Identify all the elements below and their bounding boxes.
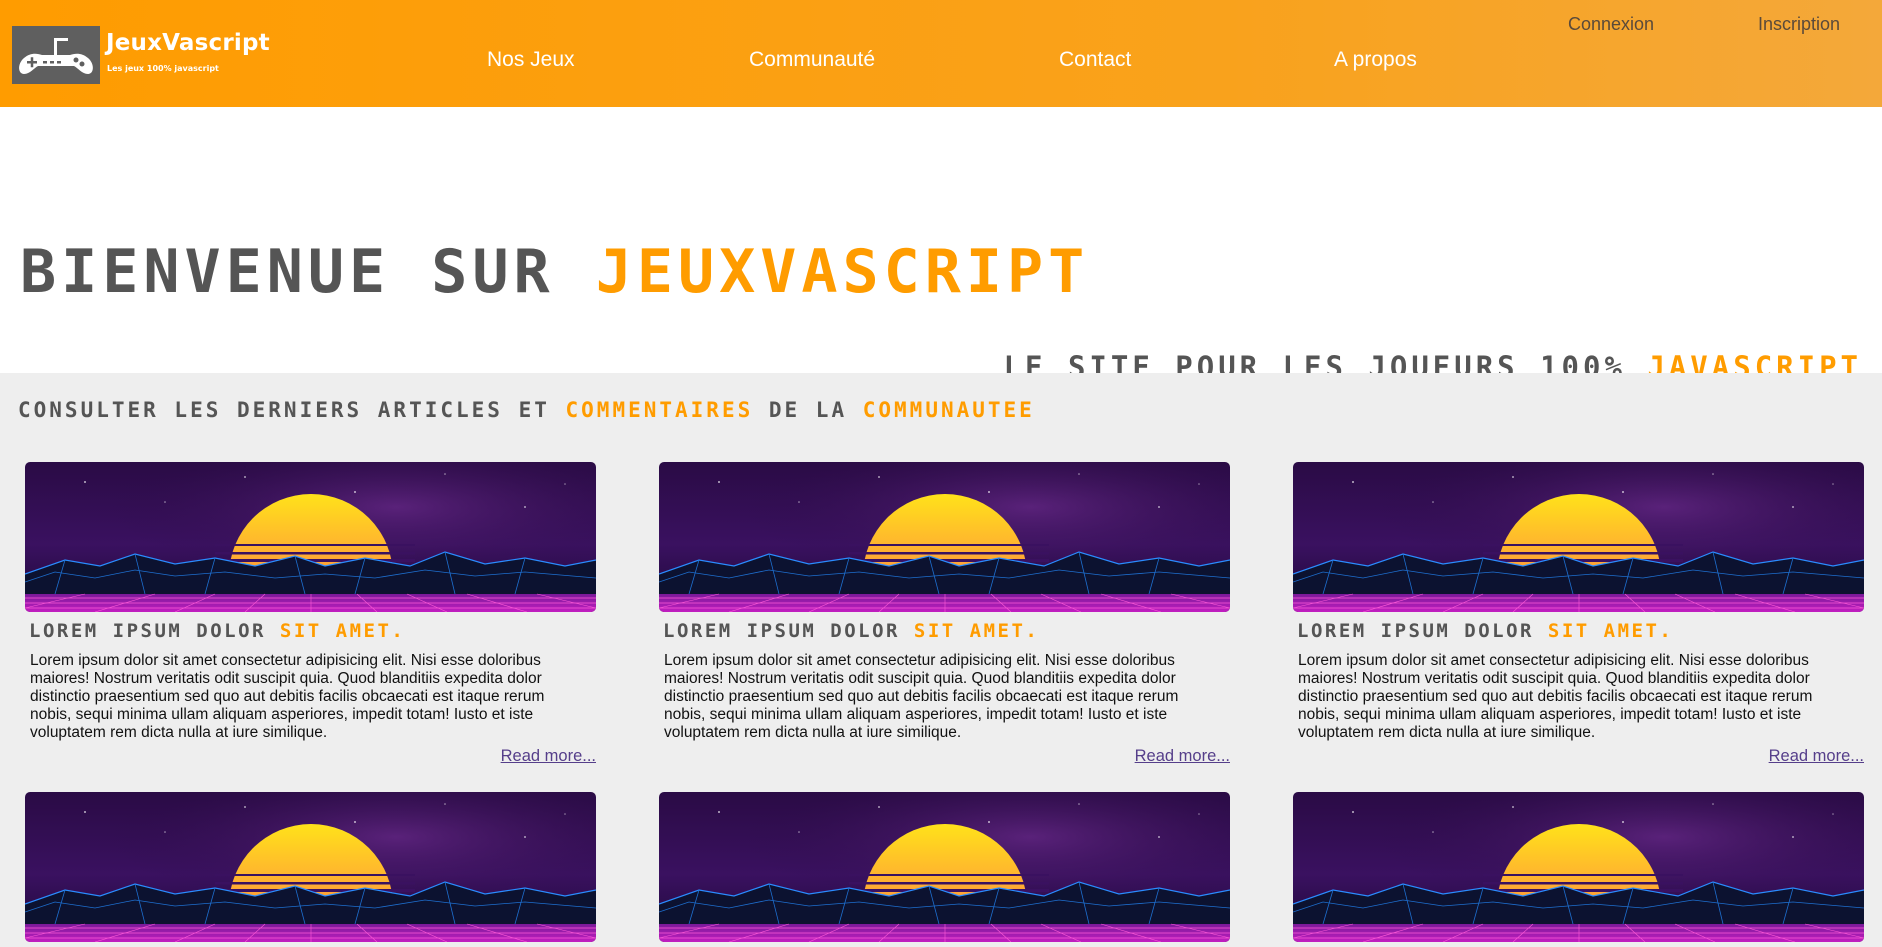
brand-title[interactable]: JeuxVascript bbox=[106, 30, 270, 56]
article-image[interactable] bbox=[25, 462, 596, 612]
nav-a-propos[interactable]: A propos bbox=[1334, 48, 1417, 72]
read-more-link[interactable]: Read more... bbox=[25, 747, 596, 766]
logo[interactable] bbox=[12, 26, 100, 84]
article-card bbox=[659, 792, 1230, 942]
nav-communaute[interactable]: Communauté bbox=[749, 48, 875, 72]
article-card: Lorem ipsum dolor sit amet. Lorem ipsum … bbox=[659, 462, 1230, 766]
article-title-highlight: sit amet. bbox=[1547, 620, 1674, 642]
section-heading-text-1: Consulter les derniers articles et bbox=[18, 398, 566, 422]
synthwave-sunset-image bbox=[25, 462, 596, 612]
article-title-text: Lorem ipsum dolor bbox=[663, 620, 914, 642]
article-title-text: Lorem ipsum dolor bbox=[1297, 620, 1548, 642]
article-text: Lorem ipsum dolor sit amet consectetur a… bbox=[30, 652, 545, 741]
article-card: Lorem ipsum dolor sit amet. Lorem ipsum … bbox=[25, 462, 596, 766]
synthwave-sunset-image bbox=[659, 462, 1230, 612]
hero-title-welcome: Bienvenue sur bbox=[20, 237, 596, 307]
register-link[interactable]: Inscription bbox=[1758, 14, 1840, 35]
synthwave-sunset-image bbox=[1293, 462, 1864, 612]
article-text: Lorem ipsum dolor sit amet consectetur a… bbox=[664, 652, 1179, 741]
article-title: Lorem ipsum dolor sit amet. bbox=[663, 620, 1230, 642]
gamepad-icon bbox=[19, 38, 93, 74]
article-image[interactable] bbox=[659, 792, 1230, 942]
article-title: Lorem ipsum dolor sit amet. bbox=[29, 620, 596, 642]
nav-contact[interactable]: Contact bbox=[1059, 48, 1131, 72]
hero-section: Bienvenue sur JeuxVascript Le site pour … bbox=[0, 107, 1882, 384]
synthwave-sunset-image bbox=[1293, 792, 1864, 942]
article-image[interactable] bbox=[25, 792, 596, 942]
read-more-link[interactable]: Read more... bbox=[659, 747, 1230, 766]
article-image[interactable] bbox=[1293, 462, 1864, 612]
brand-tagline: Les jeux 100% javascript bbox=[107, 64, 219, 73]
nav-nos-jeux[interactable]: Nos Jeux bbox=[487, 48, 575, 72]
section-heading: Consulter les derniers articles et comme… bbox=[18, 397, 1035, 423]
article-title-highlight: sit amet. bbox=[279, 620, 406, 642]
read-more-link[interactable]: Read more... bbox=[1293, 747, 1864, 766]
site-header: JeuxVascript Les jeux 100% javascript No… bbox=[0, 0, 1882, 107]
article-image[interactable] bbox=[1293, 792, 1864, 942]
synthwave-sunset-image bbox=[659, 792, 1230, 942]
articles-section: Consulter les derniers articles et comme… bbox=[0, 373, 1882, 947]
synthwave-sunset-image bbox=[25, 792, 596, 942]
article-title-highlight: sit amet. bbox=[913, 620, 1040, 642]
hero-title-brand: JeuxVascript bbox=[595, 237, 1090, 307]
article-title: Lorem ipsum dolor sit amet. bbox=[1297, 620, 1864, 642]
section-heading-text-2: de la bbox=[753, 398, 863, 422]
section-heading-highlight-1: commentaires bbox=[565, 398, 754, 422]
article-image[interactable] bbox=[659, 462, 1230, 612]
article-text: Lorem ipsum dolor sit amet consectetur a… bbox=[1298, 652, 1813, 741]
section-heading-highlight-2: communautee bbox=[862, 398, 1035, 422]
article-title-text: Lorem ipsum dolor bbox=[29, 620, 280, 642]
article-card bbox=[1293, 792, 1864, 942]
article-card bbox=[25, 792, 596, 942]
login-link[interactable]: Connexion bbox=[1568, 14, 1654, 35]
hero-title: Bienvenue sur JeuxVascript bbox=[20, 237, 1089, 307]
article-card: Lorem ipsum dolor sit amet. Lorem ipsum … bbox=[1293, 462, 1864, 766]
